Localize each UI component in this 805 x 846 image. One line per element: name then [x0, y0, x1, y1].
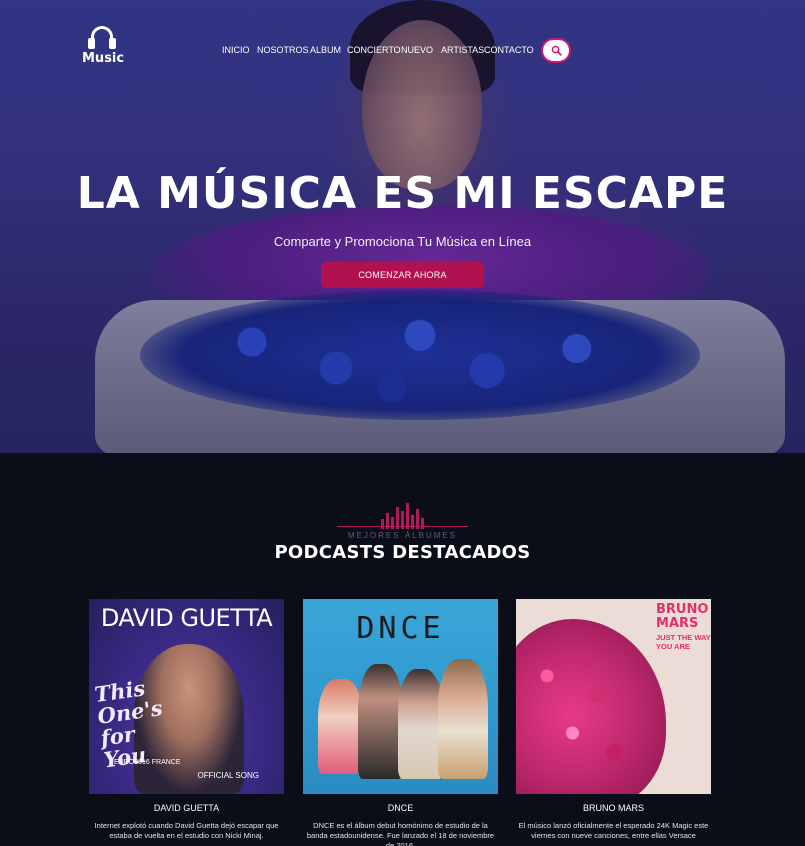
- mosaic-face-art: [516, 619, 666, 794]
- section-title: PODCASTS DESTACADOS: [274, 542, 531, 563]
- cover-footer: OFFICIAL SONG: [197, 771, 260, 780]
- cover-slogan: This One's for You: [92, 675, 165, 773]
- main-nav: INICIO NOSOTROS ALBUM CONCIERTO NUEVO AR…: [0, 45, 805, 59]
- search-icon: [551, 45, 562, 56]
- album-card[interactable]: DNCE DNCE DNCE es el álbum debut homónim…: [303, 599, 498, 846]
- album-artist[interactable]: BRUNO MARS: [516, 803, 711, 813]
- hero-overlay: [0, 0, 805, 453]
- album-artist[interactable]: DNCE: [303, 803, 498, 813]
- band-member: [358, 664, 403, 779]
- cover-badge: EURO2016 FRANCE: [114, 759, 181, 766]
- band-member: [398, 669, 443, 779]
- nav-item-concierto[interactable]: CONCIERTO: [347, 45, 401, 55]
- section-kicker: MEJORES ÁLBUMES: [347, 531, 458, 540]
- hero-section: Music INICIO NOSOTROS ALBUM CONCIERTO NU…: [0, 0, 805, 453]
- nav-item-nosotros[interactable]: NOSOTROS: [257, 45, 309, 55]
- album-cover[interactable]: BRUNO MARS JUST THE WAY YOU ARE: [516, 599, 711, 794]
- cover-artist-text: DAVID GUETTA: [100, 604, 273, 632]
- album-cover[interactable]: DNCE: [303, 599, 498, 794]
- band-member: [438, 659, 488, 779]
- nav-item-inicio[interactable]: INICIO: [222, 45, 250, 55]
- album-description: Internet explotó cuando David Guetta dej…: [94, 821, 279, 840]
- album-description: DNCE es el álbum debut homónimo de estud…: [306, 821, 495, 846]
- album-artist[interactable]: DAVID GUETTA: [89, 803, 284, 813]
- hero-subtitle: Comparte y Promociona Tu Música en Línea: [273, 234, 532, 249]
- album-card[interactable]: BRUNO MARS JUST THE WAY YOU ARE BRUNO MA…: [516, 599, 711, 841]
- start-now-button[interactable]: COMENZAR AHORA: [321, 262, 484, 288]
- section-divider: [337, 526, 468, 527]
- album-cover[interactable]: DAVID GUETTA This One's for You EURO2016…: [89, 599, 284, 794]
- nav-item-artistas[interactable]: ARTISTAS: [441, 45, 484, 55]
- nav-item-album[interactable]: ALBUM: [310, 45, 341, 55]
- nav-item-contacto[interactable]: CONTACTO: [484, 45, 534, 55]
- album-description: El músico lanzó oficialmente el esperado…: [518, 821, 709, 840]
- cover-artist-text: BRUNO MARS: [656, 602, 709, 631]
- cover-artist-text: DNCE: [356, 611, 445, 646]
- album-card[interactable]: DAVID GUETTA This One's for You EURO2016…: [89, 599, 284, 841]
- cover-subtitle: JUST THE WAY YOU ARE: [656, 633, 711, 651]
- nav-item-nuevo[interactable]: NUEVO: [401, 45, 433, 55]
- search-button[interactable]: [541, 38, 571, 63]
- hero-title: La Música Es Mi Escape: [76, 168, 729, 219]
- band-member: [318, 679, 363, 774]
